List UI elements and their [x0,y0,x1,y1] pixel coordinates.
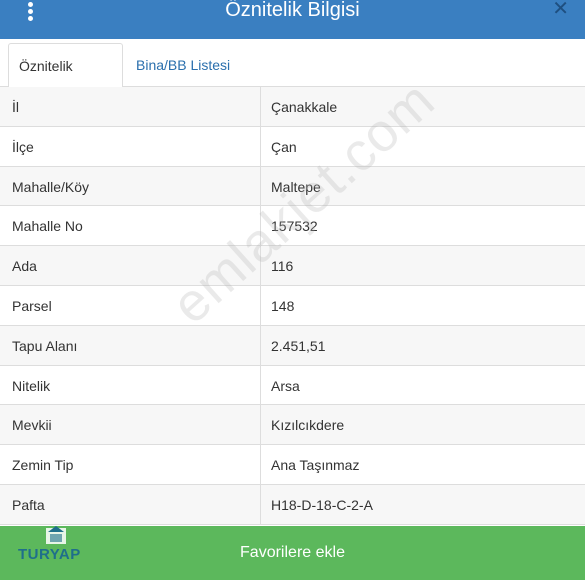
row-value: Çanakkale [260,87,585,126]
logo-text: TURYAP [18,546,81,563]
row-key: Parsel [12,297,52,314]
row-key: Mevkii [12,417,52,434]
row-key: Zemin Tip [12,457,74,474]
row-value: Maltepe [260,166,585,206]
table-row: Nitelik Arsa [0,365,585,406]
tab-oznitelik-bilgisi[interactable]: Öznitelik Bilgisi [8,43,123,118]
row-value: Kızılcıkdere [260,405,585,445]
table-row: Ada 116 [0,246,585,286]
row-value: H18-D-18-C-2-A [260,484,585,524]
row-value: 157532 [260,206,585,246]
row-key: İl [12,99,19,115]
tab-bina-bb-listesi[interactable]: Bina/BB Listesi [126,43,240,87]
table-row: Tapu Alanı 2.451,51 [0,325,585,366]
row-value: Ana Taşınmaz [260,445,585,484]
row-key: Tapu Alanı [12,337,78,354]
logo-mark-icon [46,526,66,544]
attribute-table: İl Çanakkale İlçe Çan Mahalle/Köy Maltepe M… [0,87,585,525]
window-title: Öznitelik Bilgisi [225,0,360,21]
table-row: Mevkii Kızılcıkdere [0,405,585,446]
title-bar: Öznitelik Bilgisi ✕ [0,0,585,39]
table-row: Mahalle/Köy Maltepe [0,166,585,207]
table-row: Mahalle No 157532 [0,206,585,247]
row-key: Nitelik [12,377,51,394]
table-row: İl Çanakkale [0,87,585,127]
row-value: Çan [260,126,585,166]
tab-bar: Öznitelik Bilgisi Bina/BB Listesi [0,39,585,118]
row-key: Pafta [12,496,45,513]
row-value: 2.451,51 [260,325,585,365]
row-value: 116 [260,246,585,285]
table-row: Pafta H18-D-18-C-2-A [0,484,585,525]
table-row: İlçe Çan [0,126,585,167]
table-row: Parsel 148 [0,285,585,326]
row-key: Mahalle/Köy [12,178,90,195]
row-value: 148 [260,285,585,325]
row-key: Mahalle No [12,218,83,235]
row-key: İlçe [12,138,34,155]
close-icon[interactable]: ✕ [552,0,569,21]
turyap-logo: TURYAP [18,524,98,564]
row-key: Ada [12,258,37,275]
row-value: Arsa [260,365,585,405]
table-row: Zemin Tip Ana Taşınmaz [0,445,585,485]
